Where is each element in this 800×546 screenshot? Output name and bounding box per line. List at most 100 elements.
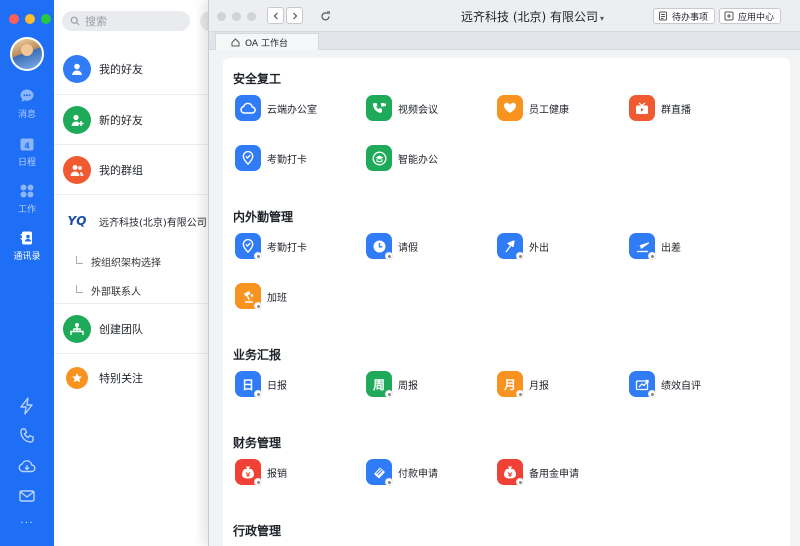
contact-my-groups[interactable]: 我的群组 [54, 156, 214, 184]
nav-label: 工作 [17, 205, 36, 215]
contact-label: 我的好友 [99, 63, 143, 76]
app-attendance-clock-2[interactable]: 考勤打卡 [235, 233, 307, 260]
app-staff-health[interactable]: 员工健康 [497, 95, 569, 121]
title-bar: 远齐科技 (北京) 有限公司 ▾ 待办事项 应用中心 [209, 0, 800, 32]
section-title: 业务汇报 [233, 348, 282, 362]
flag-icon [497, 233, 524, 260]
todo-label: 待办事项 [672, 12, 709, 23]
app-business-trip[interactable]: 出差 [629, 233, 681, 260]
contact-label: 远齐科技(北京)有限公司 [99, 217, 207, 229]
airplane-icon [629, 233, 656, 260]
add-person-icon [63, 106, 91, 134]
app-attendance-clock[interactable]: 考勤打卡 [235, 145, 307, 171]
minimize-window-button[interactable] [232, 12, 241, 21]
clock-icon [366, 233, 393, 260]
badge-icon [254, 252, 262, 260]
search-input[interactable]: 搜索 [62, 11, 190, 31]
weekly-report-icon: 周 [366, 371, 393, 398]
app-center-button[interactable]: 应用中心 [719, 8, 782, 24]
contacts-panel: 搜索 我的好友 新的好友 我的群组 YQ 远齐科技(北京)有限公司 按组织架构选… [54, 0, 220, 546]
app-label: 加班 [267, 292, 287, 304]
section-title: 行政管理 [233, 524, 282, 538]
app-label: 智能办公 [398, 154, 438, 166]
badge-icon [648, 252, 656, 260]
badge-icon [516, 252, 524, 260]
phone-icon[interactable] [17, 426, 37, 446]
special-follow[interactable]: 特别关注 [54, 367, 214, 389]
money-bag-icon [497, 459, 524, 486]
badge-icon [254, 390, 262, 398]
lightning-icon[interactable] [17, 396, 37, 416]
close-window-button[interactable] [217, 12, 226, 21]
create-team[interactable]: 创建团队 [54, 315, 214, 343]
app-daily-report[interactable]: 日 日报 [235, 371, 287, 398]
app-go-out[interactable]: 外出 [497, 233, 549, 260]
refresh-button[interactable] [317, 8, 333, 24]
badge-icon [385, 390, 393, 398]
app-monthly-report[interactable]: 月 月报 [497, 371, 549, 398]
close-window-button[interactable] [9, 14, 19, 24]
nav-calendar[interactable]: 4 日程 [0, 136, 54, 168]
org-structure-item[interactable]: 按组织架构选择 [76, 254, 161, 269]
badge-icon [254, 302, 262, 310]
contact-my-friends[interactable]: 我的好友 [54, 55, 214, 83]
grid-icon [20, 184, 34, 198]
more-icon[interactable]: ··· [0, 516, 54, 529]
badge-icon [254, 478, 262, 486]
app-reimbursement[interactable]: 报销 [235, 459, 287, 486]
app-label: 周报 [398, 380, 418, 392]
app-weekly-report[interactable]: 周 周报 [366, 371, 418, 398]
app-label: 视频会议 [398, 104, 438, 116]
app-performance-review[interactable]: 绩效自评 [629, 371, 701, 398]
mail-icon[interactable] [17, 486, 37, 506]
section-title: 内外勤管理 [233, 210, 294, 224]
graduation-cap-icon [366, 145, 392, 171]
contact-company[interactable]: YQ 远齐科技(北京)有限公司 [54, 207, 214, 235]
app-label: 外出 [529, 242, 549, 254]
app-label: 出差 [661, 242, 681, 254]
nav-work[interactable]: 工作 [0, 183, 54, 215]
nav-messages[interactable]: 消息 [0, 88, 54, 120]
app-group-live[interactable]: 群直播 [629, 95, 691, 121]
external-contacts-item[interactable]: 外部联系人 [76, 283, 141, 298]
tab-oa-workbench[interactable]: OA 工作台 [215, 33, 319, 50]
cloud-icon[interactable] [17, 456, 37, 476]
search-placeholder: 搜索 [85, 15, 107, 28]
maximize-window-button[interactable] [247, 12, 256, 21]
nav-label: 日程 [17, 158, 36, 168]
forward-button[interactable] [286, 7, 303, 24]
minimize-window-button[interactable] [25, 14, 35, 24]
payment-card-icon [366, 459, 393, 486]
app-label: 月报 [529, 380, 549, 392]
avatar[interactable] [10, 37, 44, 71]
section-title: 安全复工 [233, 72, 282, 86]
contact-label: 我的群组 [99, 164, 143, 177]
app-center-icon [724, 11, 734, 21]
app-smart-office[interactable]: 智能办公 [366, 145, 438, 171]
company-logo: YQ [67, 214, 87, 228]
app-overtime[interactable]: 加班 [235, 283, 287, 310]
app-label: 付款申请 [398, 468, 438, 480]
app-leave[interactable]: 请假 [366, 233, 418, 260]
nav-contacts[interactable]: 通讯录 [0, 230, 54, 262]
app-cloud-office[interactable]: 云端办公室 [235, 95, 317, 121]
app-label: 备用金申请 [529, 468, 579, 480]
app-label: 报销 [267, 468, 287, 480]
maximize-window-button[interactable] [41, 14, 51, 24]
heart-icon [497, 95, 523, 121]
back-button[interactable] [267, 7, 284, 24]
todo-button[interactable]: 待办事项 [653, 8, 716, 24]
sub-label: 外部联系人 [91, 287, 141, 298]
window-title[interactable]: 远齐科技 (北京) 有限公司 ▾ [461, 8, 604, 25]
contacts-icon [20, 231, 32, 245]
contact-new-friends[interactable]: 新的好友 [54, 106, 214, 134]
tab-bar: OA 工作台 [209, 32, 800, 50]
divider [54, 194, 214, 195]
app-petty-cash[interactable]: 备用金申请 [497, 459, 579, 486]
badge-icon [516, 478, 524, 486]
app-video-meeting[interactable]: 视频会议 [366, 95, 438, 121]
app-payment-request[interactable]: 付款申请 [366, 459, 438, 486]
tab-label: OA 工作台 [245, 38, 288, 49]
money-bag-icon [235, 459, 262, 486]
group-icon [63, 156, 91, 184]
